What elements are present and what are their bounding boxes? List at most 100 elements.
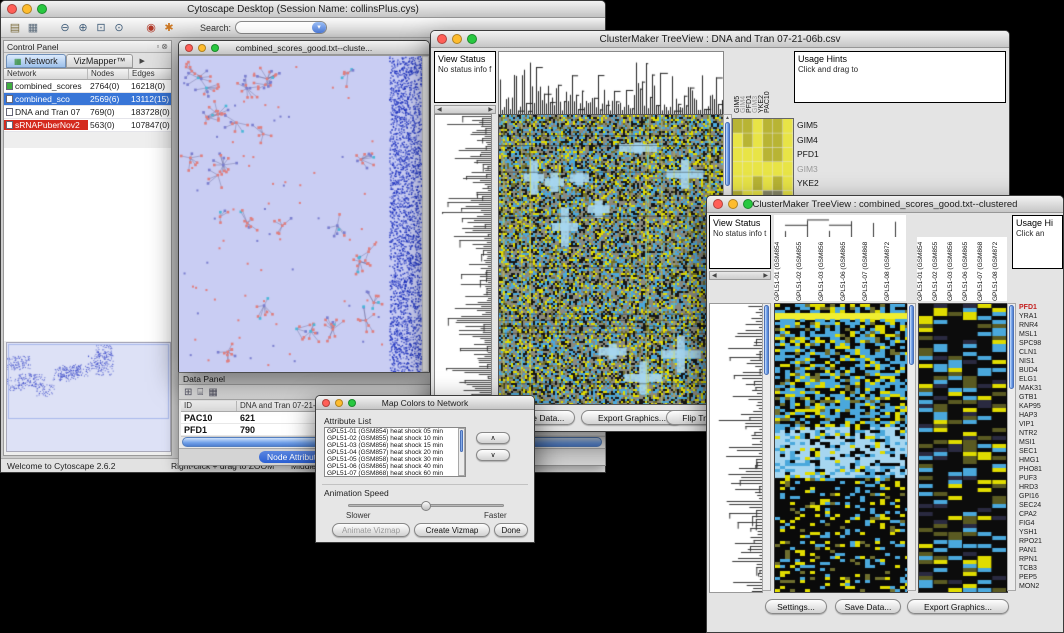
animation-speed-slider[interactable] <box>348 504 504 507</box>
gene-label[interactable]: YRA1 <box>1019 312 1064 321</box>
attribute-list-item[interactable]: GPL51-05 (GSM858) heat shock 30 min <box>325 456 458 463</box>
network-canvas[interactable] <box>179 55 429 372</box>
close-button[interactable] <box>185 44 193 52</box>
column-label[interactable]: GPL51-06 (GSM865 <box>962 237 977 301</box>
cytoscape-titlebar[interactable]: Cytoscape Desktop (Session Name: collins… <box>1 1 605 18</box>
gene-label[interactable]: PFD1 <box>1019 303 1064 312</box>
zoom-button[interactable] <box>743 199 753 209</box>
gene-label[interactable]: GPI16 <box>1019 492 1064 501</box>
zoom-selected-icon[interactable]: ⊙ <box>110 20 128 36</box>
gene-label[interactable]: CPA2 <box>1019 510 1064 519</box>
search-combobox[interactable]: ▾ <box>235 21 327 34</box>
column-label[interactable]: GPL51-06 (GSM865 <box>840 237 862 301</box>
gene-label[interactable]: FIG4 <box>1019 519 1064 528</box>
gene-label[interactable]: NTR2 <box>1019 429 1064 438</box>
open-folder-icon[interactable]: ▤ <box>6 20 24 36</box>
row-dendrogram-canvas[interactable] <box>434 114 492 405</box>
minimize-button[interactable] <box>22 4 32 14</box>
gene-label[interactable]: PEP5 <box>1019 573 1064 582</box>
slider-thumb[interactable] <box>421 501 431 511</box>
zoom-out-icon[interactable]: ⊖ <box>56 20 74 36</box>
close-button[interactable] <box>713 199 723 209</box>
control-panel-close-icon[interactable]: ⊗ <box>161 42 171 51</box>
attribute-list-item[interactable]: GPL51-04 (GSM857) heat shock 20 min <box>325 449 458 456</box>
treeview-button-save-data[interactable]: Save Data... <box>835 599 901 614</box>
minimize-button[interactable] <box>335 399 343 407</box>
selection-matrix-canvas[interactable] <box>732 118 794 206</box>
column-dendrogram-canvas[interactable] <box>774 215 906 237</box>
animate-vizmap-button[interactable]: Animate Vizmap <box>332 523 410 537</box>
scrollbar-thumb[interactable] <box>909 305 914 365</box>
gene-label[interactable]: SEC24 <box>1019 501 1064 510</box>
column-label[interactable]: GPL51-08 (GSM872 <box>884 237 906 301</box>
column-label[interactable]: GPL51-02 (GSM855 <box>796 237 818 301</box>
heatmap-canvas[interactable] <box>498 114 724 405</box>
row-dendrogram-canvas[interactable] <box>709 303 763 593</box>
minimize-button[interactable] <box>452 34 462 44</box>
vizmapper-icon[interactable]: ✱ <box>160 20 178 36</box>
treeview-combined-titlebar[interactable]: ClusterMaker TreeView : combined_scores_… <box>707 196 1063 213</box>
treeview-dna-titlebar[interactable]: ClusterMaker TreeView : DNA and Tran 07-… <box>431 31 1009 48</box>
column-label[interactable]: GPL51-02 (GSM855 <box>932 237 947 301</box>
gene-label[interactable]: BUD4 <box>1019 366 1064 375</box>
minimize-button[interactable] <box>198 44 206 52</box>
scroll-left-icon[interactable]: ◀ <box>712 272 717 279</box>
save-session-icon[interactable]: ▦ <box>24 20 42 36</box>
scroll-up-icon[interactable]: ▲ <box>724 115 731 121</box>
network-row[interactable]: sRNAPuberNov2563(0)107847(0) <box>4 119 171 132</box>
attribute-listbox[interactable]: GPL51-01 (GSM854) heat shock 05 minGPL51… <box>324 427 466 477</box>
tab-overflow-icon[interactable]: ▶ <box>139 57 144 65</box>
gene-label[interactable]: GTB1 <box>1019 393 1064 402</box>
create-vizmap-button[interactable]: Create Vizmap <box>414 523 490 537</box>
treeview-button-export-graphics[interactable]: Export Graphics... <box>907 599 1009 614</box>
network-row[interactable]: combined_scores2764(0)16218(0) <box>4 80 171 93</box>
gene-label[interactable]: SEC1 <box>1019 447 1064 456</box>
scroll-left-icon[interactable]: ◀ <box>437 106 442 113</box>
gene-label[interactable]: RPO21 <box>1019 537 1064 546</box>
attribute-list-item[interactable]: GPL51-07 (GSM868) heat shock 60 min <box>325 470 458 477</box>
gene-label[interactable]: VIP1 <box>1019 420 1064 429</box>
column-label[interactable]: GPL51-07 (GSM868 <box>977 237 992 301</box>
row-label[interactable]: PFD1 <box>797 147 841 162</box>
heatmap-canvas[interactable] <box>774 303 908 593</box>
zoom-button[interactable] <box>211 44 219 52</box>
attribute-list-item[interactable]: GPL51-02 (GSM855) heat shock 10 min <box>325 435 458 442</box>
row-label[interactable]: GIM3 <box>797 162 841 177</box>
move-down-button[interactable]: ∨ <box>476 449 510 461</box>
map-colors-titlebar[interactable]: Map Colors to Network <box>316 396 534 410</box>
scrollbar-thumb[interactable] <box>764 305 769 375</box>
dendrogram-vscrollbar[interactable] <box>762 303 771 591</box>
zoom-in-icon[interactable]: ⊕ <box>74 20 92 36</box>
tab-network[interactable]: ▦ Network <box>6 54 66 68</box>
column-label[interactable]: GPL51-03 (GSM856 <box>818 237 840 301</box>
zoom-button[interactable] <box>348 399 356 407</box>
gene-label[interactable]: HRD3 <box>1019 483 1064 492</box>
attribute-delete-icon[interactable]: ▦ <box>208 387 217 398</box>
gene-label[interactable]: YSH1 <box>1019 528 1064 537</box>
gene-label[interactable]: SPC98 <box>1019 339 1064 348</box>
zoom-button[interactable] <box>467 34 477 44</box>
column-label[interactable]: GPL51-03 (GSM856 <box>947 237 962 301</box>
scrollbar-thumb[interactable] <box>725 122 730 186</box>
close-button[interactable] <box>437 34 447 44</box>
gene-label[interactable]: MON2 <box>1019 582 1064 591</box>
gene-label[interactable]: MSL1 <box>1019 330 1064 339</box>
heatmap-vscrollbar[interactable] <box>907 303 916 591</box>
treeview-button-settings[interactable]: Settings... <box>765 599 827 614</box>
gene-label[interactable]: KAP95 <box>1019 402 1064 411</box>
row-label[interactable]: YKE2 <box>797 176 841 191</box>
scroll-right-icon[interactable]: ▶ <box>488 106 493 113</box>
column-label[interactable]: GPL51-08 (GSM872 <box>992 237 1007 301</box>
attribute-list-scrollbar[interactable] <box>458 428 465 476</box>
gene-label[interactable]: PHO81 <box>1019 465 1064 474</box>
dendrogram-hscrollbar[interactable]: ◀ ▶ <box>709 271 771 280</box>
attribute-list-item[interactable]: GPL51-06 (GSM865) heat shock 40 min <box>325 463 458 470</box>
zoom-fit-icon[interactable]: ⊡ <box>92 20 110 36</box>
gene-label[interactable]: ELG1 <box>1019 375 1064 384</box>
gene-label[interactable]: RPN1 <box>1019 555 1064 564</box>
gene-label[interactable]: TCB3 <box>1019 564 1064 573</box>
scroll-right-icon[interactable]: ▶ <box>763 272 768 279</box>
search-dropdown-icon[interactable]: ▾ <box>312 22 326 33</box>
attribute-list-item[interactable]: GPL51-03 (GSM856) heat shock 15 min <box>325 442 458 449</box>
column-label[interactable]: GPL51-01 (GSM854 <box>774 237 796 301</box>
